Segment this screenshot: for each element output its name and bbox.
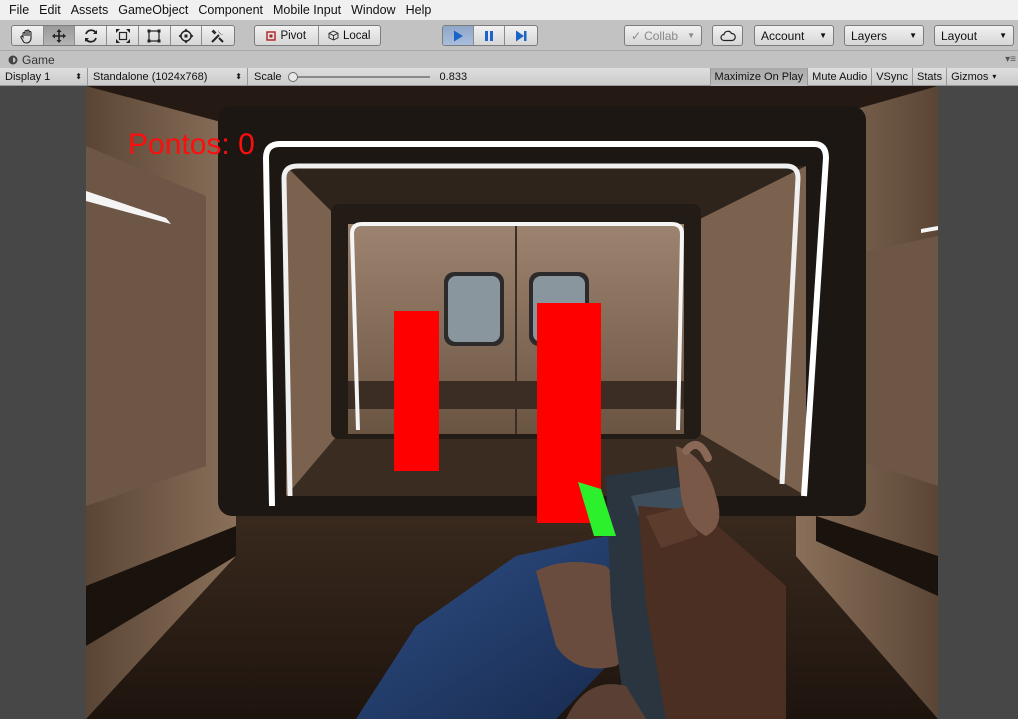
maximize-on-play-toggle[interactable]: Maximize On Play — [709, 67, 808, 86]
check-icon: ✓ — [631, 28, 642, 43]
hand-tool-icon — [20, 28, 32, 44]
layout-dropdown[interactable]: Layout ▼ — [934, 25, 1014, 46]
menu-assets[interactable]: Assets — [66, 0, 114, 20]
move-tool-button[interactable] — [43, 26, 76, 45]
scale-value: 0.833 — [439, 70, 468, 83]
game-tab[interactable]: Game — [0, 52, 55, 68]
custom-tool-button[interactable] — [202, 26, 234, 45]
vsync-label: VSync — [876, 70, 909, 83]
score-label: Pontos: 0 — [128, 128, 255, 161]
menu-file[interactable]: File — [4, 0, 34, 20]
step-button[interactable] — [505, 26, 536, 45]
display-dropdown[interactable]: Display 1 ⬍ — [0, 67, 88, 86]
layers-dropdown[interactable]: Layers ▼ — [844, 25, 924, 46]
stats-toggle[interactable]: Stats — [912, 67, 946, 86]
mute-audio-toggle[interactable]: Mute Audio — [807, 67, 871, 86]
pivot-icon — [266, 30, 277, 41]
collab-label: Collab — [644, 28, 679, 43]
account-label: Account — [761, 28, 805, 43]
transform-tool-button[interactable] — [171, 26, 203, 45]
transform-tools-group — [11, 25, 235, 46]
resolution-label: Standalone (1024x768) — [93, 70, 208, 83]
menu-window[interactable]: Window — [346, 0, 400, 20]
rotate-tool-button[interactable] — [75, 26, 108, 45]
transform-tool-icon — [178, 28, 194, 43]
local-toggle[interactable]: Local — [319, 26, 381, 45]
play-icon — [454, 30, 463, 41]
step-icon — [515, 30, 526, 41]
scale-slider[interactable] — [287, 68, 434, 86]
chevron-down-icon: ▼ — [909, 31, 917, 40]
playback-controls — [442, 25, 538, 46]
menu-mobile-input[interactable]: Mobile Input — [268, 0, 346, 20]
layers-label: Layers — [851, 28, 888, 43]
scale-slider-thumb[interactable] — [287, 71, 298, 82]
scale-label: Scale — [254, 70, 282, 83]
account-dropdown[interactable]: Account ▼ — [754, 25, 834, 46]
gizmos-label: Gizmos — [951, 70, 989, 83]
maximize-on-play-label: Maximize On Play — [714, 70, 804, 83]
target-block-left[interactable] — [394, 311, 439, 471]
local-cube-icon — [328, 30, 339, 41]
chevron-down-icon: ▼ — [999, 31, 1007, 40]
vsync-toggle[interactable]: VSync — [871, 67, 912, 86]
rect-tool-button[interactable] — [139, 26, 171, 45]
scale-tool-button[interactable] — [107, 26, 139, 45]
updown-arrows-icon: ⬍ — [235, 72, 242, 81]
display-label: Display 1 — [5, 70, 51, 83]
play-button[interactable] — [443, 26, 474, 45]
menu-edit[interactable]: Edit — [34, 0, 66, 20]
game-viewport[interactable]: Pontos: 0 — [86, 86, 938, 719]
game-tab-title: Game — [22, 53, 55, 67]
game-scene — [86, 86, 938, 719]
menu-help[interactable]: Help — [401, 0, 437, 20]
scale-slider-track — [291, 75, 430, 78]
hand-tool-button[interactable] — [12, 26, 44, 45]
pivot-toggle[interactable]: Pivot — [255, 26, 319, 45]
cloud-icon — [719, 30, 736, 41]
pause-icon — [485, 30, 493, 41]
mute-audio-label: Mute Audio — [812, 70, 868, 83]
gizmos-dropdown[interactable]: Gizmos ▾ — [946, 67, 1000, 86]
menu-bar: File Edit Assets GameObject Component Mo… — [0, 0, 1018, 20]
rotate-tool-icon — [84, 28, 97, 43]
game-tab-bar: Game ▾≡ — [0, 51, 1018, 68]
cloud-button[interactable] — [712, 25, 743, 46]
scale-tool-icon — [115, 28, 130, 43]
chevron-down-icon: ▼ — [819, 31, 827, 40]
rect-tool-icon — [147, 29, 161, 42]
main-toolbar: Pivot Local ✓ Collab ▼ Account ▼ Layers — [0, 20, 1018, 51]
game-view-icon — [8, 55, 18, 65]
pivot-group: Pivot Local — [254, 25, 381, 46]
chevron-down-icon: ▼ — [687, 31, 695, 40]
tab-menu-icon[interactable]: ▾≡ — [1005, 54, 1016, 65]
pivot-label: Pivot — [280, 29, 307, 42]
move-tool-icon — [52, 28, 67, 43]
menu-component[interactable]: Component — [193, 0, 268, 20]
local-label: Local — [343, 29, 371, 42]
game-view-toolbar: Display 1 ⬍ Standalone (1024x768) ⬍ Scal… — [0, 67, 1018, 86]
stats-label: Stats — [917, 70, 943, 83]
chevron-down-icon: ▾ — [992, 72, 997, 81]
collab-dropdown[interactable]: ✓ Collab ▼ — [624, 25, 702, 46]
layout-label: Layout — [941, 28, 978, 43]
updown-arrows-icon: ⬍ — [75, 72, 82, 81]
resolution-dropdown[interactable]: Standalone (1024x768) ⬍ — [88, 67, 248, 86]
custom-tool-icon — [211, 29, 224, 43]
menu-gameobject[interactable]: GameObject — [113, 0, 193, 20]
back-window-left — [448, 276, 500, 342]
pause-button[interactable] — [474, 26, 505, 45]
